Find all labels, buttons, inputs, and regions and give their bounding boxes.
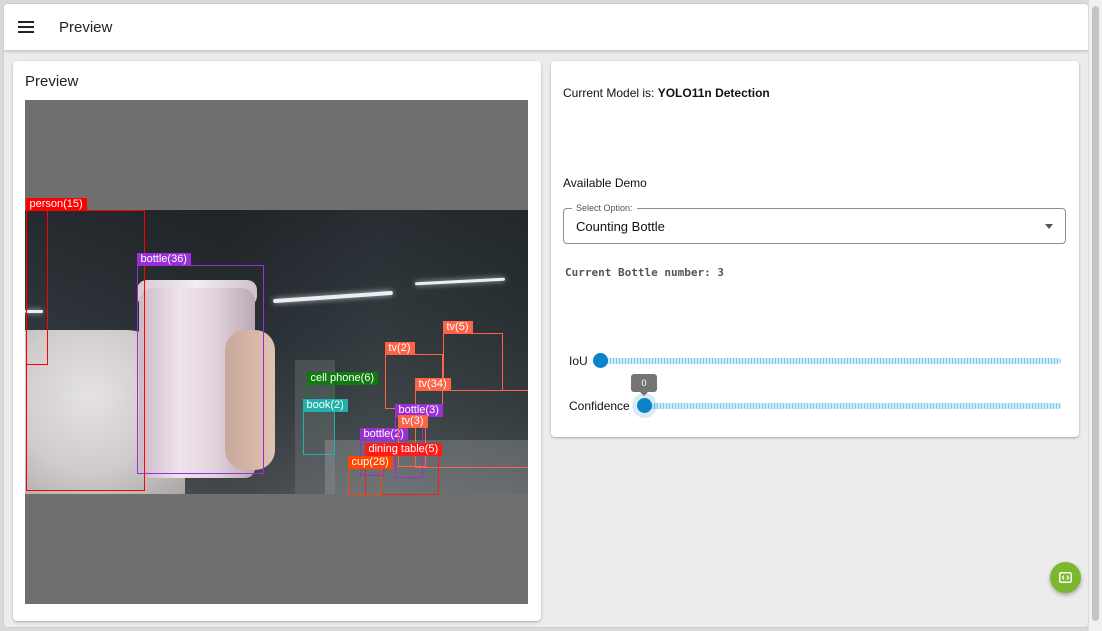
detection-label: tv(5) bbox=[442, 321, 473, 334]
detection-label: tv(3) bbox=[397, 415, 428, 428]
model-name: YOLO11n Detection bbox=[657, 86, 770, 100]
detection-box-book: book(2) bbox=[302, 399, 348, 455]
current-model-line: Current Model is: YOLO11n Detection bbox=[563, 86, 770, 100]
iou-slider-thumb[interactable] bbox=[593, 353, 608, 368]
confidence-slider-track[interactable] bbox=[645, 403, 1061, 409]
confidence-slider-row: Confidence 0 bbox=[563, 374, 1066, 418]
hamburger-menu-icon bbox=[18, 21, 34, 33]
detection-label: dining table(5) bbox=[364, 443, 443, 456]
detection-box-tv: tv(5) bbox=[442, 321, 503, 391]
bottle-count-text: Current Bottle number: 3 bbox=[565, 266, 724, 279]
confidence-value-tooltip: 0 bbox=[631, 374, 657, 396]
iou-slider-track[interactable] bbox=[601, 358, 1061, 364]
ceiling-light bbox=[414, 277, 506, 286]
code-button[interactable] bbox=[1050, 562, 1081, 593]
confidence-label: Confidence bbox=[569, 399, 630, 413]
chevron-down-icon bbox=[1045, 224, 1053, 229]
detection-label: tv(34) bbox=[414, 378, 451, 391]
camera-preview: person(15) bottle(36) tv(5) tv(2) tv(34)… bbox=[25, 100, 528, 604]
demo-select[interactable]: Select Option: Counting Bottle bbox=[563, 203, 1066, 244]
confidence-slider-thumb[interactable]: 0 bbox=[631, 374, 657, 413]
app-bar: Preview bbox=[4, 4, 1088, 51]
detection-label: cup(28) bbox=[347, 456, 393, 469]
code-icon bbox=[1059, 572, 1072, 583]
detection-box-cup: cup(28) bbox=[347, 456, 393, 495]
model-settings-card: Current Model is: YOLO11n Detection Avai… bbox=[551, 61, 1079, 437]
iou-slider-row: IoU bbox=[563, 349, 1066, 373]
detection-label: tv(2) bbox=[384, 342, 415, 355]
ceiling-light bbox=[273, 290, 393, 304]
preview-card: Preview person(15) bottle(36) tv(5) tv(2… bbox=[13, 61, 541, 621]
model-prefix: Current Model is: bbox=[563, 86, 655, 100]
menu-button[interactable] bbox=[6, 7, 46, 47]
detection-box-bottle: bottle(36) bbox=[136, 253, 264, 474]
detection-label: cell phone(6) bbox=[306, 372, 379, 385]
detection-label: book(2) bbox=[302, 399, 348, 412]
preview-title: Preview bbox=[25, 73, 79, 90]
detection-box-person bbox=[26, 210, 48, 365]
vertical-scrollbar[interactable] bbox=[1088, 0, 1102, 631]
select-value: Counting Bottle bbox=[576, 219, 665, 234]
select-legend: Select Option: bbox=[572, 203, 637, 213]
scrollbar-thumb[interactable] bbox=[1092, 6, 1099, 621]
detection-label: bottle(36) bbox=[136, 253, 191, 266]
app-window: Preview Preview person(15) bottle(36) tv… bbox=[3, 3, 1089, 628]
app-title: Preview bbox=[59, 18, 113, 36]
available-demo-label: Available Demo bbox=[563, 176, 647, 190]
iou-label: IoU bbox=[569, 354, 588, 368]
